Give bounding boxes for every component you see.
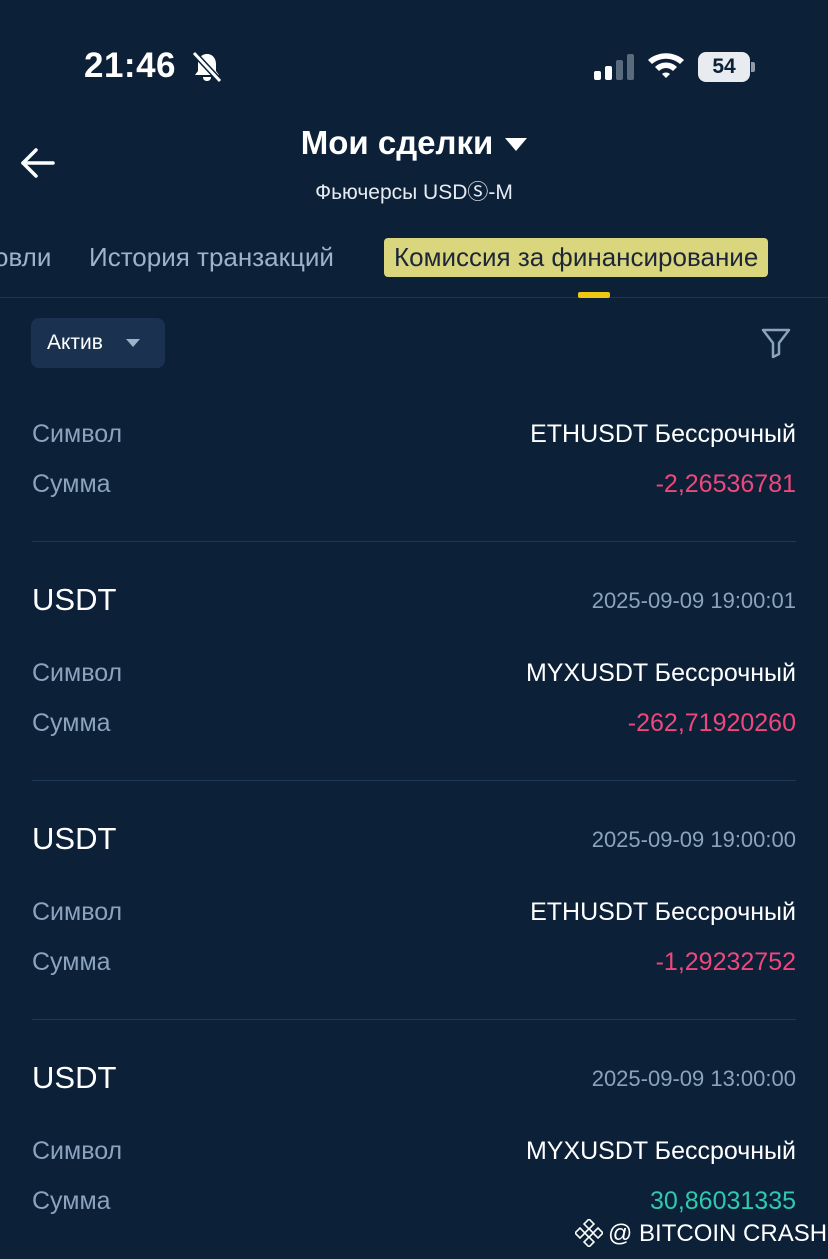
status-time: 21:46 <box>84 46 177 85</box>
signal-icon <box>594 54 634 80</box>
divider <box>32 780 796 781</box>
symbol-label: Символ <box>32 898 123 926</box>
symbol-label: Символ <box>32 1137 123 1165</box>
divider <box>32 1019 796 1020</box>
amount-label: Сумма <box>32 948 111 976</box>
currency-label: USDT <box>32 582 117 617</box>
page-subtitle: Фьючерсы USDⓈ-M <box>315 181 513 204</box>
caret-down-icon <box>505 138 528 152</box>
status-bar: 21:46 54 <box>0 0 828 110</box>
amount-label: Сумма <box>32 709 111 737</box>
funding-fee-screen: 21:46 54 Мои сделки Фьючерсы USDⓈ-M овли… <box>0 0 828 1259</box>
battery-icon: 54 <box>698 52 756 82</box>
caret-down-icon <box>126 339 140 347</box>
active-tab-indicator <box>578 292 610 298</box>
battery-cap <box>751 62 755 72</box>
symbol-value: ETHUSDT Бессрочный <box>530 420 796 448</box>
wifi-icon <box>648 53 684 78</box>
symbol-value: MYXUSDT Бессрочный <box>525 1137 796 1165</box>
binance-logo-icon <box>575 1219 603 1247</box>
asset-filter-dropdown[interactable]: Актив <box>31 318 165 368</box>
amount-label: Сумма <box>32 470 111 498</box>
asset-filter-label: Актив <box>47 331 103 354</box>
symbol-label: Символ <box>32 420 123 448</box>
amount-value: -2,26536781 <box>655 470 796 498</box>
bell-slash-icon <box>191 50 223 84</box>
timestamp: 2025-09-09 13:00:00 <box>591 1066 796 1091</box>
symbol-value: ETHUSDT Бессрочный <box>530 898 796 926</box>
tab-bar: овли История транзакций Комиссия за фина… <box>0 232 828 298</box>
timestamp: 2025-09-09 19:00:01 <box>591 588 796 613</box>
tab-trades[interactable]: овли <box>0 242 51 273</box>
page-title: Мои сделки <box>300 124 494 161</box>
battery-level: 54 <box>698 52 750 82</box>
symbol-value: MYXUSDT Бессрочный <box>525 659 796 687</box>
symbol-label: Символ <box>32 659 123 687</box>
funnel-icon[interactable] <box>760 326 792 360</box>
amount-value: -262,71920260 <box>627 709 796 737</box>
currency-label: USDT <box>32 821 117 856</box>
tab-transaction-history[interactable]: История транзакций <box>89 242 334 273</box>
currency-label: USDT <box>32 1060 117 1095</box>
amount-value: 30,86031335 <box>650 1187 796 1215</box>
divider <box>32 541 796 542</box>
timestamp: 2025-09-09 19:00:00 <box>591 827 796 852</box>
amount-label: Сумма <box>32 1187 111 1215</box>
amount-value: -1,29232752 <box>655 948 796 976</box>
tab-funding-fee[interactable]: Комиссия за финансирование <box>384 238 769 277</box>
watermark-text: @ BITCOIN CRASH <box>608 1220 828 1247</box>
title-dropdown[interactable]: Мои сделки <box>0 124 828 162</box>
